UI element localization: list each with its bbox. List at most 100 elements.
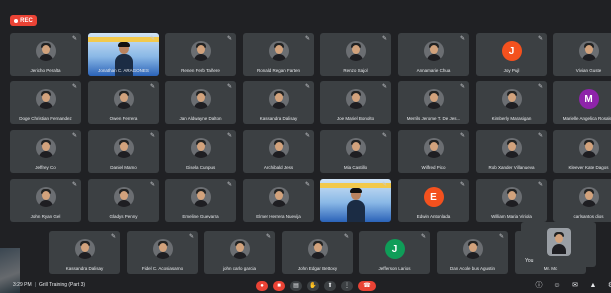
participant-tile[interactable]: ✎Kleever Kate Dagos [553,130,611,173]
participant-name: Marielle Angelica Rosales [562,116,611,121]
info-icon[interactable]: ⓘ [534,281,544,291]
pin-icon[interactable]: ✎ [538,182,543,188]
participant-tile[interactable]: ✎ john carlo garcia [204,231,275,274]
pin-icon[interactable]: ✎ [382,133,387,139]
end-call-button[interactable]: ☎ [358,281,376,291]
pin-icon[interactable]: ✎ [460,133,465,139]
participant-tile[interactable]: J ✎ Jefferson Larios [359,231,430,274]
participant-tile[interactable]: ✎ John Edgar Bettoxy [282,231,353,274]
pin-icon[interactable]: ✎ [227,36,232,42]
recording-badge: REC [10,15,37,26]
people-icon[interactable]: ☺ [552,281,562,291]
participant-name: John Ryan Gel [30,214,61,219]
pin-icon[interactable]: ✎ [382,84,387,90]
participant-tile[interactable]: M✎Marielle Angelica Rosales [553,81,611,124]
chat-icon[interactable]: ✉ [570,281,580,291]
pin-icon[interactable]: ✎ [344,234,349,240]
pin-icon[interactable]: ✎ [266,234,271,240]
participant-tile[interactable]: ✎ Renen Ferb Tañere [165,33,236,76]
participant-tile[interactable]: ✎ Fidel C. Acosiasarno [127,231,198,274]
participant-name: Kassandra Dalisay [259,116,298,121]
participant-tile[interactable]: ✎ Kassandra Dalisay [49,231,120,274]
pin-icon[interactable]: ✎ [460,84,465,90]
pin-icon[interactable]: ✎ [460,36,465,42]
participant-name: Gisela Cunpus [185,165,216,170]
pin-icon[interactable]: ✎ [460,182,465,188]
participant-tile[interactable]: ✎ Merrils Jerome T. De Jes... [398,81,469,124]
pin-icon[interactable]: ✎ [421,234,426,240]
participant-avatar [113,187,134,207]
pin-icon[interactable]: ✎ [305,133,310,139]
participant-tile[interactable]: ✎ Archibald Jess [243,130,314,173]
participant-tile[interactable]: ✎ Gladys Penny [88,179,159,222]
activities-icon[interactable]: ▲ [588,281,598,291]
pin-icon[interactable]: ✎ [150,36,155,42]
participant-tile[interactable]: ✎ Renzo Sajol [320,33,391,76]
pin-icon[interactable]: ✎ [305,182,310,188]
participant-tile[interactable]: ✎ Gisela Cunpus [165,130,236,173]
participant-name: Ronald Regan Farten [256,68,301,73]
pin-icon[interactable]: ✎ [227,182,232,188]
pin-icon[interactable]: ✎ [72,84,77,90]
pin-icon[interactable]: ✎ [111,234,116,240]
pin-icon[interactable]: ✎ [499,234,504,240]
participant-tile[interactable]: ✎carlsantos dios [553,179,611,222]
participant-tile[interactable]: ✎ John Ryan Gel [10,179,81,222]
participant-tile[interactable]: ✎ Joe Mariel Bonolto [320,81,391,124]
pin-icon[interactable]: ✎ [305,36,310,42]
participant-tile[interactable]: ✎ Daniel Mamo [88,130,159,173]
participant-tile[interactable]: ✎ Kassandra Dalisay [243,81,314,124]
mic-button[interactable]: ● [256,281,268,291]
raise-hand-button[interactable]: ✋ [307,281,319,291]
participant-tile[interactable]: ✎ Rob Xander Villanueva [476,130,547,173]
participant-initial-avatar: J [501,41,522,61]
pin-icon[interactable]: ✎ [150,133,155,139]
pin-icon[interactable]: ✎ [382,36,387,42]
participant-tile[interactable]: ✎ Doge Christian Fernandez [10,81,81,124]
participant-tile[interactable]: ✎ Annamarie Chua [398,33,469,76]
participant-avatar [229,239,250,259]
participant-avatar [35,138,56,158]
participant-tile[interactable]: ✎ William Maria Viriola [476,179,547,222]
pin-icon[interactable]: ✎ [538,84,543,90]
participant-tile[interactable]: ✎ Elmer Herrera Nuevija [243,179,314,222]
participant-tile[interactable]: ✎ Jan Aldwayne Dalton [165,81,236,124]
pin-icon[interactable]: ✎ [382,182,387,188]
participant-avatar [190,187,211,207]
participant-tile[interactable]: ✎ [320,179,391,222]
participant-tile[interactable]: ✎ Emeline Guevarra [165,179,236,222]
participant-tile[interactable]: E ✎ Edwin Antonlada [398,179,469,222]
participant-avatar [501,89,522,109]
participant-tile[interactable]: ✎ Jonathan C. ARAGONES [88,33,159,76]
participant-tile[interactable]: ✎ Ronald Regan Farten [243,33,314,76]
participant-tile[interactable]: ✎ Dan Acole bus Agustin [437,231,508,274]
pin-icon[interactable]: ✎ [538,36,543,42]
more-options-button[interactable]: ⋮ [341,281,353,291]
pin-icon[interactable]: ✎ [150,182,155,188]
participant-tile[interactable]: ✎ Jericho Peralta [10,33,81,76]
pin-icon[interactable]: ✎ [150,84,155,90]
lock-icon[interactable]: ⚙ [606,281,611,291]
pin-icon[interactable]: ✎ [72,133,77,139]
pin-icon[interactable]: ✎ [227,84,232,90]
participant-tile[interactable]: ✎ Mia Castillo [320,130,391,173]
participant-tile[interactable]: J ✎ Joy Pujl [476,33,547,76]
pin-icon[interactable]: ✎ [227,133,232,139]
participant-tile[interactable]: ✎ Kimberly Marasigan [476,81,547,124]
participant-tile[interactable]: ✎ Owen Ferrera [88,81,159,124]
camera-button[interactable]: ■ [273,281,285,291]
pin-icon[interactable]: ✎ [189,234,194,240]
pin-icon[interactable]: ✎ [72,36,77,42]
pin-icon[interactable]: ✎ [305,84,310,90]
participant-name: William Maria Viriola [491,214,532,219]
pin-icon[interactable]: ✎ [538,133,543,139]
present-button[interactable]: ⬆ [324,281,336,291]
participant-tile[interactable]: ✎ Wilfred Pico [398,130,469,173]
captions-button[interactable]: ▤ [290,281,302,291]
participant-tile[interactable]: ✎ Jeffrey Co [10,130,81,173]
pin-icon[interactable]: ✎ [72,182,77,188]
participant-tile[interactable]: ✎Vivian Guste [553,33,611,76]
recording-dot-icon [14,18,19,23]
self-view-tile[interactable]: You [521,222,596,267]
participant-avatar [74,239,95,259]
